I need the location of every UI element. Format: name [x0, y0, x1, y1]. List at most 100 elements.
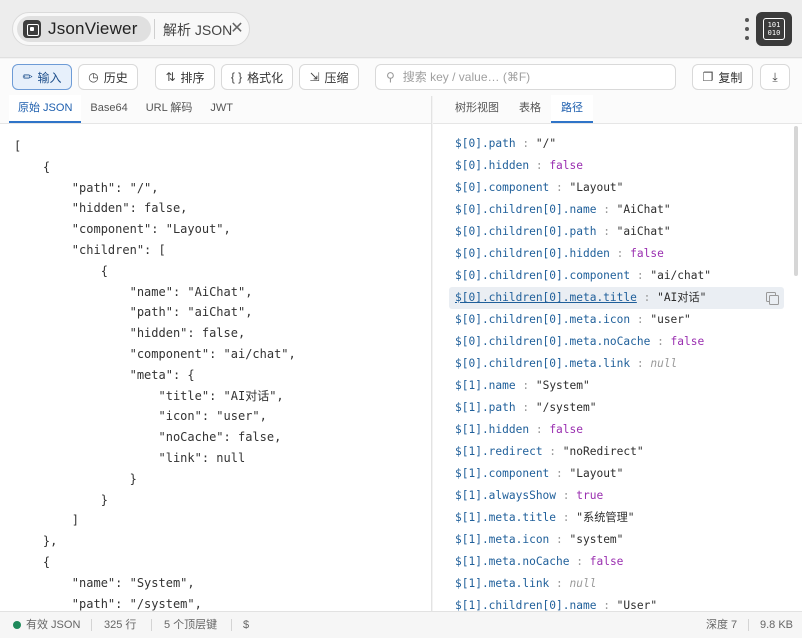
path-row[interactable]: $[0].children[0].meta.title : "AI对话": [449, 287, 784, 309]
path-key: $[1].component: [455, 467, 550, 480]
tab-raw-json[interactable]: 原始 JSON: [9, 95, 82, 123]
close-icon[interactable]: ✕: [229, 20, 245, 38]
tab-table[interactable]: 表格: [509, 95, 551, 123]
path-separator: :: [630, 269, 651, 282]
path-key: $[0].children[0].meta.title: [455, 291, 637, 304]
raw-json-pane: 原始 JSON Base64 URL 解码 JWT [ { "path": "/…: [0, 95, 432, 614]
path-separator: :: [569, 555, 590, 568]
tab-parse-json[interactable]: 解析 JSON: [163, 20, 232, 40]
path-separator: :: [630, 357, 651, 370]
tab-jsonviewer[interactable]: JsonViewer: [17, 16, 151, 42]
json-line: {: [14, 159, 51, 174]
path-key: $[1].meta.link: [455, 577, 550, 590]
path-row[interactable]: $[1].meta.icon : "system": [449, 529, 784, 551]
path-row[interactable]: $[0].hidden : false: [449, 155, 784, 177]
path-list: $[0].path : "/" $[0].hidden : false $[0].c…: [449, 133, 784, 617]
path-row[interactable]: $[0].component : "Layout": [449, 177, 784, 199]
copy-icon[interactable]: [766, 292, 779, 305]
path-row[interactable]: $[0].path : "/": [449, 133, 784, 155]
sort-button[interactable]: ⇅ 排序: [155, 64, 215, 90]
status-divider: [91, 619, 92, 631]
path-row[interactable]: $[0].children[0].component : "ai/chat": [449, 265, 784, 287]
input-icon: ✏: [22, 70, 33, 84]
path-row[interactable]: $[1].path : "/system": [449, 397, 784, 419]
copy-button-label: 复制: [718, 70, 743, 85]
json-line: "path": "aiChat",: [14, 305, 253, 320]
title-bar: JsonViewer 解析 JSON ✕ 101 010: [0, 0, 802, 58]
tab-paths[interactable]: 路径: [551, 95, 593, 123]
path-separator: :: [549, 181, 570, 194]
tab-url-decode[interactable]: URL 解码: [137, 95, 202, 123]
json-line: "name": "System",: [14, 575, 195, 590]
path-row[interactable]: $[0].children[0].path : "aiChat": [449, 221, 784, 243]
history-button[interactable]: ◷ 历史: [78, 64, 138, 90]
path-key: $[0].children[0].path: [455, 225, 597, 238]
path-value: "aiChat": [616, 225, 671, 238]
status-divider: [231, 619, 232, 631]
path-separator: :: [515, 379, 536, 392]
path-row[interactable]: $[0].children[0].hidden : false: [449, 243, 784, 265]
path-row[interactable]: $[1].meta.noCache : false: [449, 551, 784, 573]
path-key: $[1].name: [455, 379, 516, 392]
tab-strip: JsonViewer 解析 JSON ✕: [12, 12, 250, 46]
path-row[interactable]: $[1].name : "System": [449, 375, 784, 397]
path-separator: :: [515, 137, 536, 150]
status-divider: [151, 619, 152, 631]
json-line: "component": "ai/chat",: [14, 346, 296, 361]
input-button[interactable]: ✏ 输入: [12, 64, 72, 90]
download-icon: ⤓: [772, 69, 778, 84]
path-separator: :: [596, 225, 617, 238]
path-value: "system": [569, 533, 624, 546]
path-row[interactable]: $[0].children[0].meta.icon : "user": [449, 309, 784, 331]
valid-status-icon: [13, 621, 21, 629]
tab-jwt[interactable]: JWT: [201, 95, 242, 123]
download-button[interactable]: ⤓: [760, 64, 790, 90]
json-line: }: [14, 471, 137, 486]
format-button[interactable]: { } 格式化: [221, 64, 293, 90]
status-line-count: 325 行: [104, 619, 137, 631]
copy-icon: ❐: [702, 70, 714, 84]
path-separator: :: [549, 467, 570, 480]
json-editor[interactable]: [ { "path": "/", "hidden": false, "compo…: [14, 136, 296, 614]
more-menu-icon[interactable]: [743, 16, 751, 42]
path-row[interactable]: $[0].children[0].name : "AiChat": [449, 199, 784, 221]
path-row[interactable]: $[0].children[0].meta.noCache : false: [449, 331, 784, 353]
search-box[interactable]: ⚲: [375, 64, 676, 90]
path-row[interactable]: $[1].meta.title : "系统管理": [449, 507, 784, 529]
path-view-pane: 树形视图 表格 路径 $[0].path : "/" $[0].hidden : …: [433, 95, 802, 612]
sort-button-label: 排序: [180, 70, 205, 85]
compress-icon: ⇲: [309, 70, 320, 84]
path-row[interactable]: $[0].children[0].meta.link : null: [449, 353, 784, 375]
search-input[interactable]: [402, 70, 663, 84]
json-line: }: [14, 492, 108, 507]
copy-button[interactable]: ❐ 复制: [692, 64, 753, 90]
status-divider: [748, 619, 749, 631]
path-row[interactable]: $[1].component : "Layout": [449, 463, 784, 485]
json-line: {: [14, 554, 51, 569]
path-row[interactable]: $[1].redirect : "noRedirect": [449, 441, 784, 463]
compress-button[interactable]: ⇲ 压缩: [299, 64, 359, 90]
extension-button[interactable]: 101 010: [756, 12, 792, 46]
path-value: "noRedirect": [562, 445, 644, 458]
status-bar: 有效 JSON 325 行 5 个顶层键 $ 深度 7 9.8 KB: [0, 611, 802, 638]
path-value: false: [549, 159, 583, 172]
tab-tree-view[interactable]: 树形视图: [445, 95, 509, 123]
json-line: "children": [: [14, 242, 166, 257]
path-separator: :: [630, 313, 651, 326]
sort-icon: ⇅: [165, 70, 176, 84]
scrollbar[interactable]: [794, 126, 798, 276]
path-value: "系统管理": [576, 511, 635, 524]
json-line: "title": "AI对话",: [14, 388, 284, 403]
json-line: "link": null: [14, 450, 246, 465]
path-value: "ai/chat": [650, 269, 711, 282]
path-value: "AI对话": [657, 291, 707, 304]
path-row[interactable]: $[1].meta.link : null: [449, 573, 784, 595]
path-row[interactable]: $[1].alwaysShow : true: [449, 485, 784, 507]
json-line: "path": "/",: [14, 180, 159, 195]
tab-base64[interactable]: Base64: [81, 95, 136, 123]
status-root-path: $: [243, 619, 250, 631]
path-key: $[0].children[0].meta.noCache: [455, 335, 651, 348]
path-row[interactable]: $[1].hidden : false: [449, 419, 784, 441]
input-button-label: 输入: [37, 70, 62, 85]
path-value: "/": [535, 137, 557, 150]
